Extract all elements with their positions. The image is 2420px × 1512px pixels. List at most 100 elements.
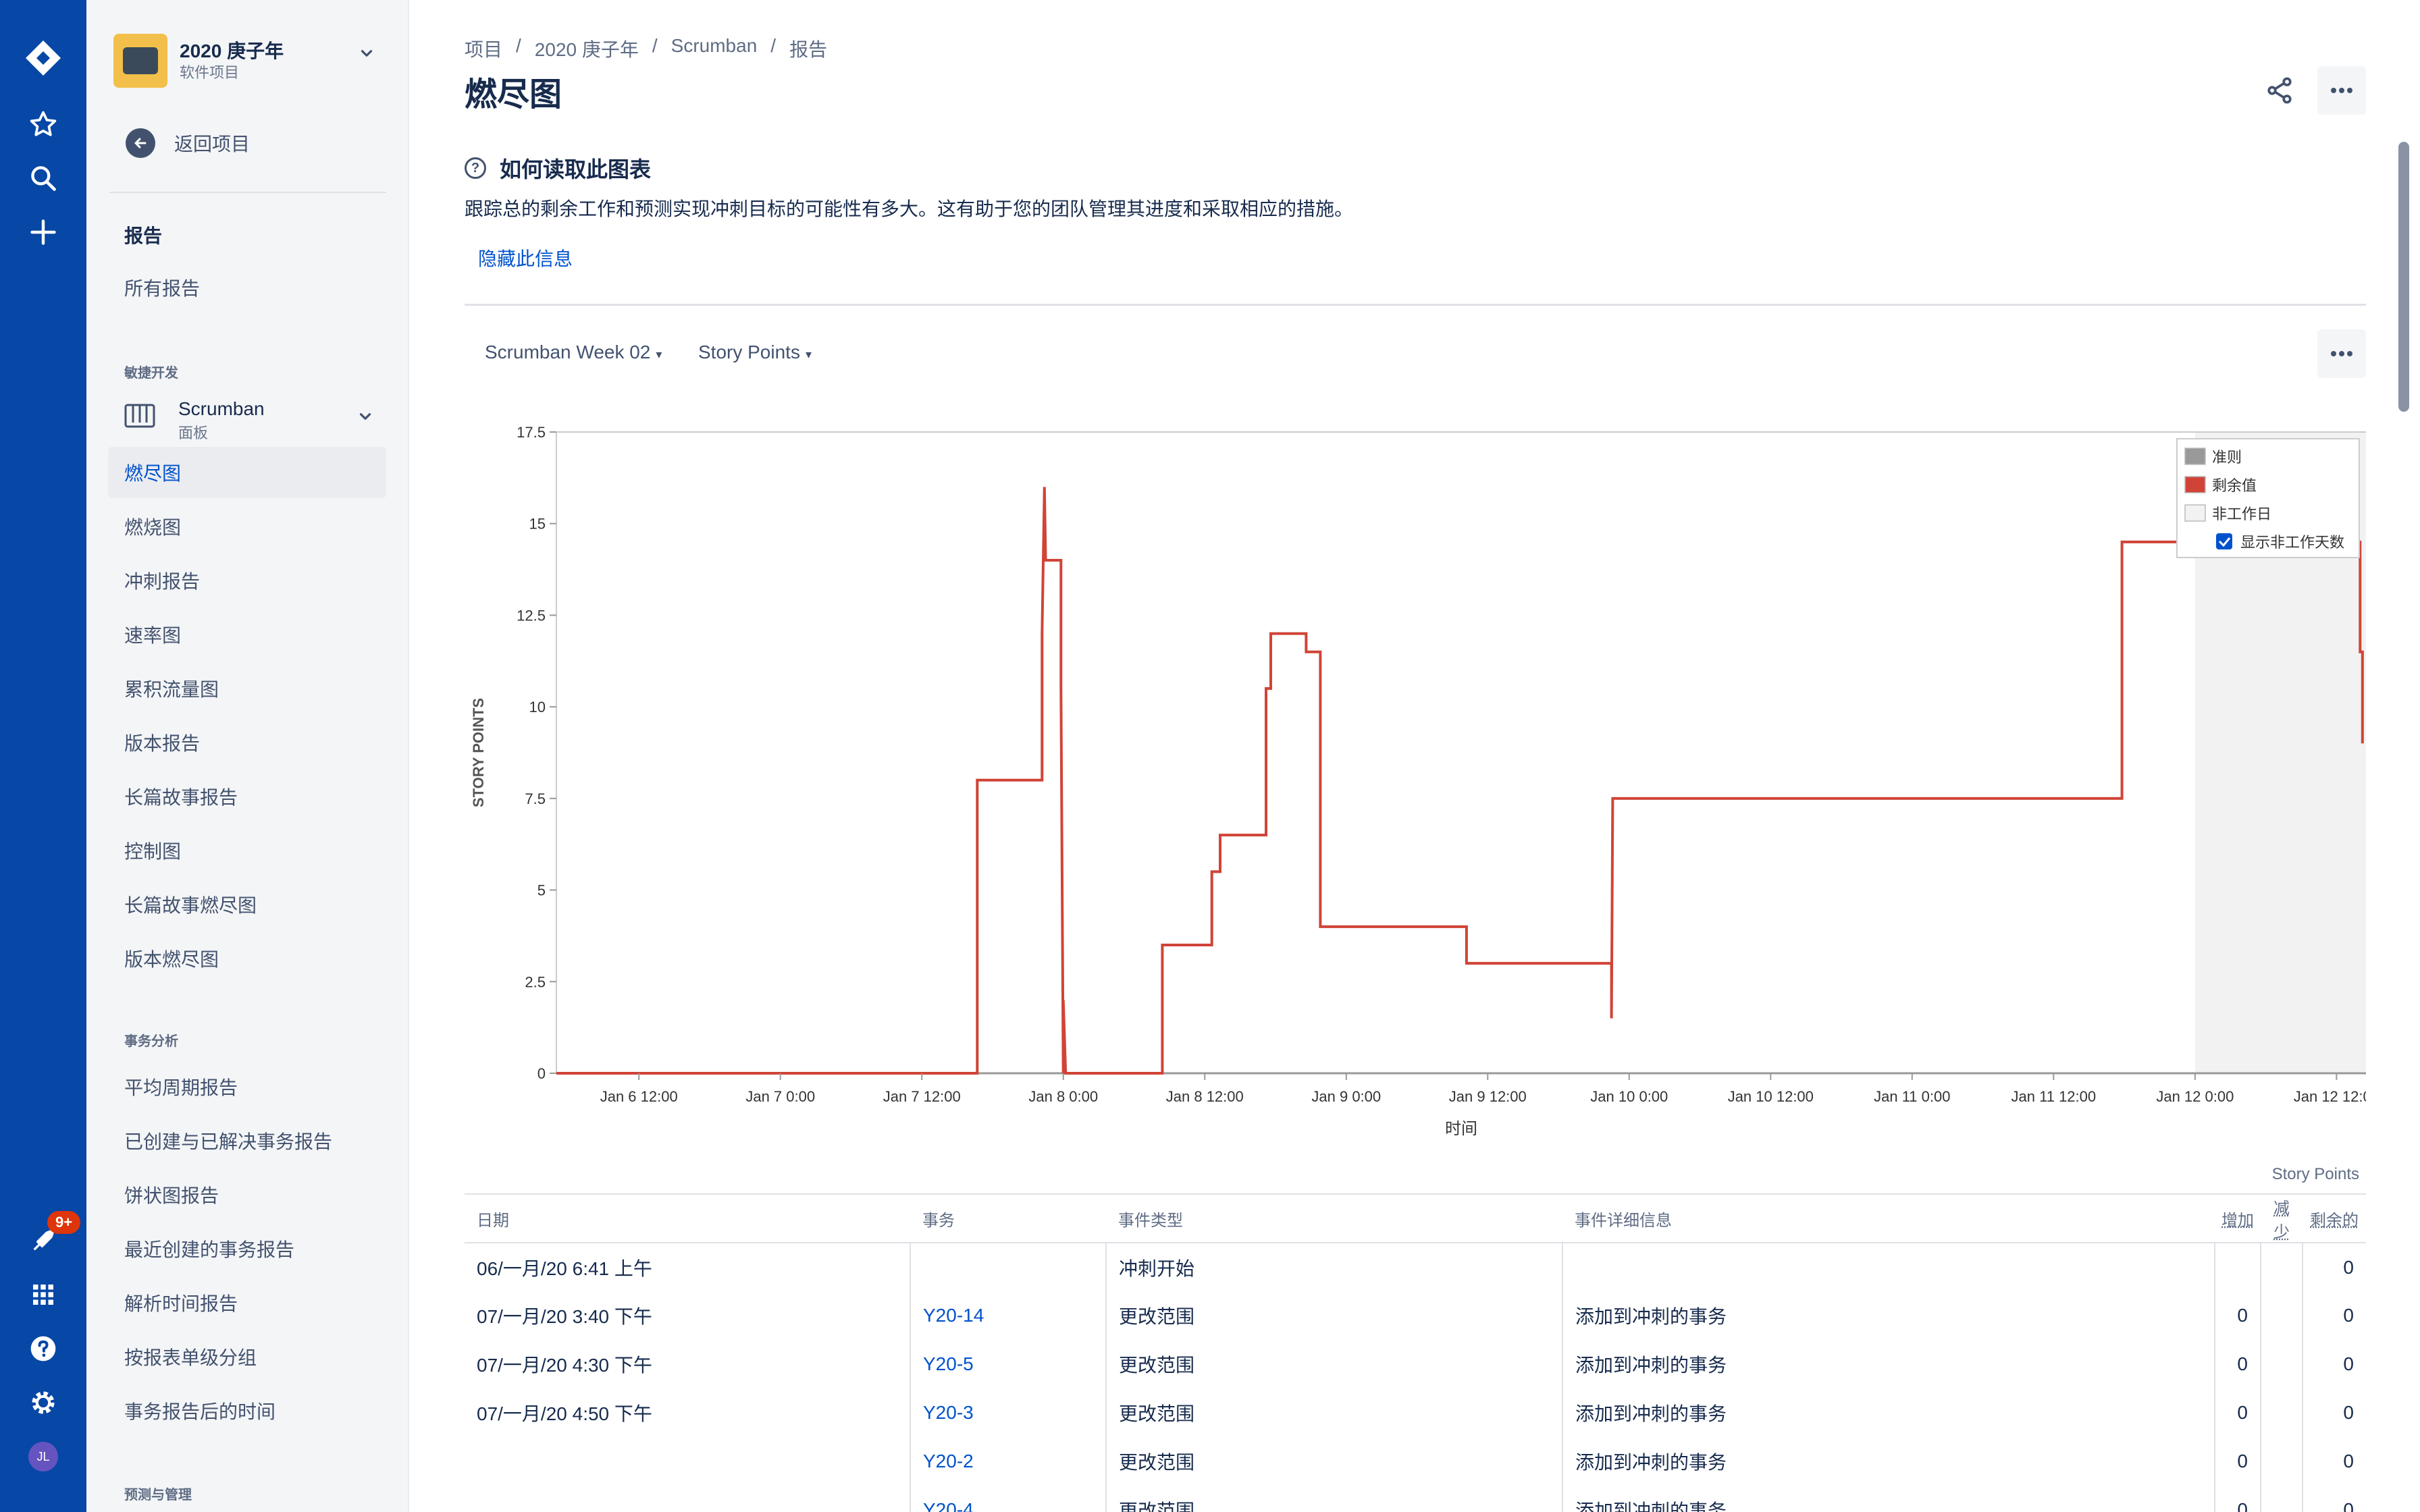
show-nonworking-label: 显示非工作天数 xyxy=(2240,534,2344,551)
row-remaining: 0 xyxy=(2302,1243,2366,1291)
forecast-header: 预测与管理 xyxy=(124,1488,192,1503)
y-axis-title: STORY POINTS xyxy=(470,698,487,807)
legend-guideline-swatch xyxy=(2184,448,2206,465)
row-issue-link[interactable]: Y20-2 xyxy=(910,1437,1106,1486)
project-avatar xyxy=(113,34,167,88)
y-tick-label: 5 xyxy=(537,882,546,899)
table-row: Y20-4 更改范围 添加到冲刺的事务 0 0 xyxy=(465,1486,2366,1512)
col-remaining[interactable]: 剩余的 xyxy=(2303,1193,2366,1243)
sidebar-item-single-level-group[interactable]: 按报表单级分组 xyxy=(108,1331,386,1382)
row-issue-link[interactable]: Y20-3 xyxy=(910,1388,1106,1437)
sidebar-item-all-reports[interactable]: 所有报告 xyxy=(108,262,386,313)
back-to-project-link[interactable]: 返回项目 xyxy=(126,126,250,161)
col-increase[interactable]: 增加 xyxy=(2215,1193,2261,1243)
breadcrumb-board[interactable]: Scrumban xyxy=(671,35,758,62)
main-content: 项目/ 2020 庚子年 / Scrumban / 报告 燃尽图 ? 如何读取此图表… xyxy=(465,0,2366,1512)
sidebar-item-pie-chart[interactable]: 饼状图报告 xyxy=(108,1169,386,1220)
table-row: 07/一月/20 4:50 下午 Y20-3 更改范围 添加到冲刺的事务 0 0 xyxy=(465,1388,2366,1437)
row-event-type: 更改范围 xyxy=(1105,1291,1562,1340)
user-avatar[interactable]: JL xyxy=(28,1442,58,1472)
sidebar-item-sprint-report[interactable]: 冲刺报告 xyxy=(108,555,386,606)
x-tick-label: Jan 11 0:00 xyxy=(1874,1088,1950,1105)
x-tick-label: Jan 10 0:00 xyxy=(1590,1088,1668,1105)
share-button[interactable] xyxy=(2255,66,2304,115)
hide-info-link[interactable]: 隐藏此信息 xyxy=(478,244,573,271)
row-event-type: 更改范围 xyxy=(1105,1486,1562,1512)
sidebar-divider xyxy=(109,192,386,193)
col-increase-label: 增加 xyxy=(2221,1211,2254,1230)
global-nav: 9+ JL xyxy=(0,0,86,1512)
row-decrease xyxy=(2260,1291,2303,1340)
app-switcher-icon[interactable] xyxy=(16,1268,70,1322)
sidebar-item-time-since[interactable]: 事务报告后的时间 xyxy=(108,1385,386,1436)
sidebar-item-control-chart[interactable]: 控制图 xyxy=(108,825,386,876)
board-switcher[interactable]: Scrumban 面板 xyxy=(124,394,388,446)
row-remaining: 0 xyxy=(2302,1486,2366,1512)
event-table: 日期 事务 事件类型 事件详细信息 增加 减少 剩余的 06/一月/20 6:4… xyxy=(465,1193,2366,1512)
estimate-select[interactable]: Story Points ▾ xyxy=(698,342,812,363)
show-nonworking-checkbox[interactable] xyxy=(2216,533,2232,549)
sidebar-item-epic-report[interactable]: 长篇故事报告 xyxy=(108,771,386,822)
y-tick-label: 0 xyxy=(537,1065,546,1082)
sidebar-item-burnup[interactable]: 燃烧图 xyxy=(108,501,386,552)
sidebar-item-epic-burndown[interactable]: 长篇故事燃尽图 xyxy=(108,879,386,930)
row-issue-link[interactable]: Y20-5 xyxy=(910,1340,1106,1388)
sprint-select[interactable]: Scrumban Week 02 ▾ xyxy=(485,342,662,363)
more-actions-button[interactable] xyxy=(2317,66,2366,115)
row-issue-link[interactable]: Y20-14 xyxy=(910,1291,1106,1340)
settings-gear-icon[interactable] xyxy=(16,1376,70,1430)
chart-options-button[interactable] xyxy=(2317,329,2366,378)
more-icon xyxy=(2331,351,2352,356)
breadcrumb-projects[interactable]: 项目 xyxy=(465,35,502,62)
row-decrease xyxy=(2260,1437,2303,1486)
search-icon[interactable] xyxy=(16,151,70,205)
caret-down-icon: ▾ xyxy=(805,348,812,361)
sidebar-item-recently-created[interactable]: 最近创建的事务报告 xyxy=(108,1223,386,1274)
row-increase: 0 xyxy=(2214,1437,2261,1486)
breadcrumb-reports[interactable]: 报告 xyxy=(789,35,827,62)
row-issue-link[interactable] xyxy=(910,1243,1106,1291)
row-increase: 0 xyxy=(2214,1291,2261,1340)
legend-remaining-swatch xyxy=(2184,476,2206,493)
breadcrumb: 项目/ 2020 庚子年 / Scrumban / 报告 xyxy=(465,35,827,62)
row-event-detail: 添加到冲刺的事务 xyxy=(1562,1340,2215,1388)
breadcrumb-project[interactable]: 2020 庚子年 xyxy=(535,35,639,62)
sidebar-item-created-vs-resolved[interactable]: 已创建与已解决事务报告 xyxy=(108,1115,386,1166)
sidebar-item-cumulative-flow[interactable]: 累积流量图 xyxy=(108,663,386,714)
sidebar-item-velocity[interactable]: 速率图 xyxy=(108,609,386,660)
arrow-left-icon xyxy=(126,128,155,158)
sidebar-item-burndown[interactable]: 燃尽图 xyxy=(108,447,386,498)
x-tick-label: Jan 11 12:00 xyxy=(2011,1088,2097,1105)
sidebar-item-release-burndown[interactable]: 版本燃尽图 xyxy=(108,933,386,984)
col-decrease[interactable]: 减少 xyxy=(2261,1193,2303,1243)
x-tick-label: Jan 8 12:00 xyxy=(1166,1088,1244,1105)
legend-nonworking-swatch xyxy=(2184,504,2206,522)
create-icon[interactable] xyxy=(16,205,70,259)
row-remaining: 0 xyxy=(2302,1437,2366,1486)
legend-guideline-label: 准则 xyxy=(2212,449,2242,466)
row-event-detail xyxy=(1562,1243,2215,1291)
x-tick-label: Jan 12 12:00 xyxy=(2294,1088,2366,1105)
help-heading: ? 如何读取此图表 xyxy=(465,153,651,184)
sidebar-item-average-age[interactable]: 平均周期报告 xyxy=(108,1061,386,1112)
project-switcher[interactable]: 2020 庚子年 软件项目 xyxy=(113,31,384,88)
issue-analysis-header: 事务分析 xyxy=(124,1034,178,1049)
page-scrollbar-thumb[interactable] xyxy=(2398,142,2409,412)
jira-logo-icon[interactable] xyxy=(16,31,70,85)
sidebar-item-version-report[interactable]: 版本报告 xyxy=(108,717,386,768)
row-date: 07/一月/20 4:30 下午 xyxy=(477,1355,652,1376)
sidebar-item-resolution-time[interactable]: 解析时间报告 xyxy=(108,1277,386,1328)
table-row: 07/一月/20 3:40 下午 Y20-14 更改范围 添加到冲刺的事务 0 … xyxy=(465,1291,2366,1340)
project-name: 2020 庚子年 xyxy=(180,40,284,61)
help-icon[interactable] xyxy=(16,1322,70,1376)
star-icon[interactable] xyxy=(16,97,70,151)
row-remaining: 0 xyxy=(2302,1388,2366,1437)
row-issue-link[interactable]: Y20-4 xyxy=(910,1486,1106,1512)
row-date xyxy=(465,1437,910,1486)
notification-badge: 9+ xyxy=(47,1211,81,1234)
col-event-detail: 事件详细信息 xyxy=(1562,1193,2215,1243)
chevron-down-icon[interactable] xyxy=(357,408,374,430)
row-event-detail: 添加到冲刺的事务 xyxy=(1562,1388,2215,1437)
project-type: 软件项目 xyxy=(180,64,240,81)
chevron-down-icon[interactable] xyxy=(358,45,375,67)
